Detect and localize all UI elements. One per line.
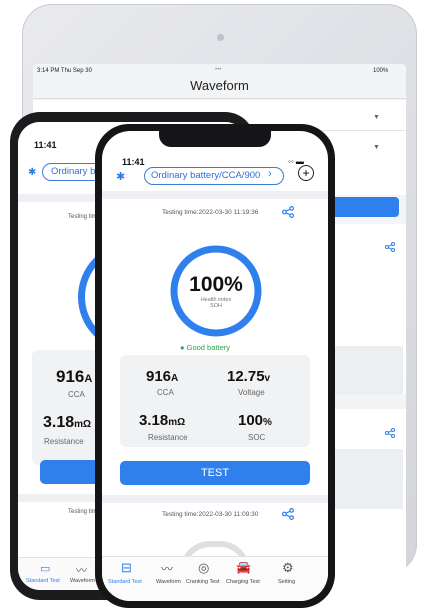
- tablet-page-title: Waveform: [190, 78, 249, 93]
- bluetooth-icon[interactable]: ✱: [28, 167, 36, 178]
- notch: [159, 131, 271, 147]
- tablet-camera: [217, 34, 224, 41]
- cca-label: CCA: [157, 388, 174, 397]
- voltage-metric: 12.75v: [227, 368, 270, 385]
- cca-unit: A: [171, 373, 179, 384]
- soc-metric: 100%: [238, 412, 272, 429]
- testing-time: Testing time:2022-03-30 11:19:36: [162, 209, 259, 216]
- soc-value: 100: [238, 412, 264, 429]
- tablet-status-battery: 100%: [373, 68, 389, 74]
- cca-metric: 916A: [146, 368, 178, 385]
- battery-type-selector[interactable]: Ordinary battery/CCA/900: [144, 167, 284, 185]
- soc-unit: %: [263, 417, 272, 428]
- resistance-metric: 3.18mΩ: [139, 412, 185, 429]
- divider: [102, 495, 328, 503]
- waveform-icon[interactable]: 〰: [76, 562, 87, 578]
- divider: [33, 98, 406, 99]
- share-icon[interactable]: [385, 428, 395, 438]
- android-time: 11:41: [34, 140, 57, 150]
- voltage-unit: v: [264, 373, 271, 384]
- iphone-device: 11:41 ◦◦ ▬ ✱ Ordinary battery/CCA/900 › …: [95, 124, 335, 608]
- check-circle-icon: ●: [180, 343, 187, 352]
- battery-status: ● Good battery: [180, 343, 230, 352]
- divider: [102, 191, 328, 199]
- voltage-label: Voltage: [238, 388, 265, 397]
- nav-waveform[interactable]: Waveform: [70, 578, 95, 584]
- battery-icon[interactable]: ▭: [40, 562, 50, 575]
- health-percent: 100%: [189, 273, 243, 296]
- chevron-right-icon[interactable]: ›: [268, 168, 272, 180]
- resistance-label: Resistance: [148, 433, 188, 442]
- share-icon[interactable]: [282, 206, 294, 218]
- bluetooth-icon[interactable]: ✱: [116, 170, 125, 183]
- health-sublabel: SOH: [210, 303, 222, 309]
- cca-value: 916: [146, 368, 172, 385]
- resistance-unit: mΩ: [74, 419, 92, 430]
- gear-icon[interactable]: ⚙: [282, 560, 294, 576]
- nav-cranking-test[interactable]: Cranking Test: [186, 579, 220, 585]
- soc-label: SOC: [248, 433, 266, 442]
- battery-type-label: Ordinary battery/CCA/900: [151, 170, 261, 181]
- iphone-screen: 11:41 ◦◦ ▬ ✱ Ordinary battery/CCA/900 › …: [102, 131, 328, 601]
- add-icon[interactable]: +: [298, 165, 314, 181]
- testing-time: Testing time:2022-03-30 11:09:30: [162, 511, 259, 518]
- tablet-status-time: 3:14 PM Thu Sep 30: [37, 68, 92, 74]
- waveform-icon[interactable]: 〰: [161, 560, 173, 577]
- nav-setting[interactable]: Setting: [278, 579, 295, 585]
- nav-standard-test[interactable]: Standard Test: [108, 579, 142, 585]
- iphone-time: 11:41: [122, 157, 145, 167]
- resistance-metric: 3.18mΩ: [43, 414, 91, 432]
- test-button[interactable]: TEST: [120, 461, 310, 485]
- resistance-value: 3.18: [139, 412, 169, 429]
- resistance-value: 3.18: [43, 414, 75, 431]
- status-text: Good battery: [186, 343, 230, 352]
- share-icon[interactable]: [385, 242, 395, 252]
- signal-wifi-icon: ◦◦ ▬: [288, 157, 304, 166]
- car-icon[interactable]: 🚘: [236, 560, 251, 574]
- cca-label: CCA: [68, 390, 85, 399]
- resistance-unit: mΩ: [168, 417, 186, 428]
- tablet-status-dots: •••: [215, 67, 222, 73]
- share-icon[interactable]: [282, 508, 294, 520]
- nav-charging-test[interactable]: Charging Test: [226, 579, 260, 585]
- resistance-label: Resistance: [44, 437, 84, 446]
- cca-value: 916: [56, 367, 85, 386]
- cca-metric: 916A: [56, 367, 92, 387]
- cranking-icon[interactable]: ◎: [198, 560, 209, 576]
- nav-waveform[interactable]: Waveform: [156, 579, 181, 585]
- battery-icon[interactable]: ⊟: [121, 560, 132, 576]
- nav-standard-test[interactable]: Standard Test: [26, 578, 60, 584]
- cca-unit: A: [84, 373, 93, 385]
- voltage-value: 12.75: [227, 368, 265, 385]
- chevron-down-icon[interactable]: ▼: [373, 144, 380, 151]
- chevron-down-icon[interactable]: ▼: [373, 114, 380, 121]
